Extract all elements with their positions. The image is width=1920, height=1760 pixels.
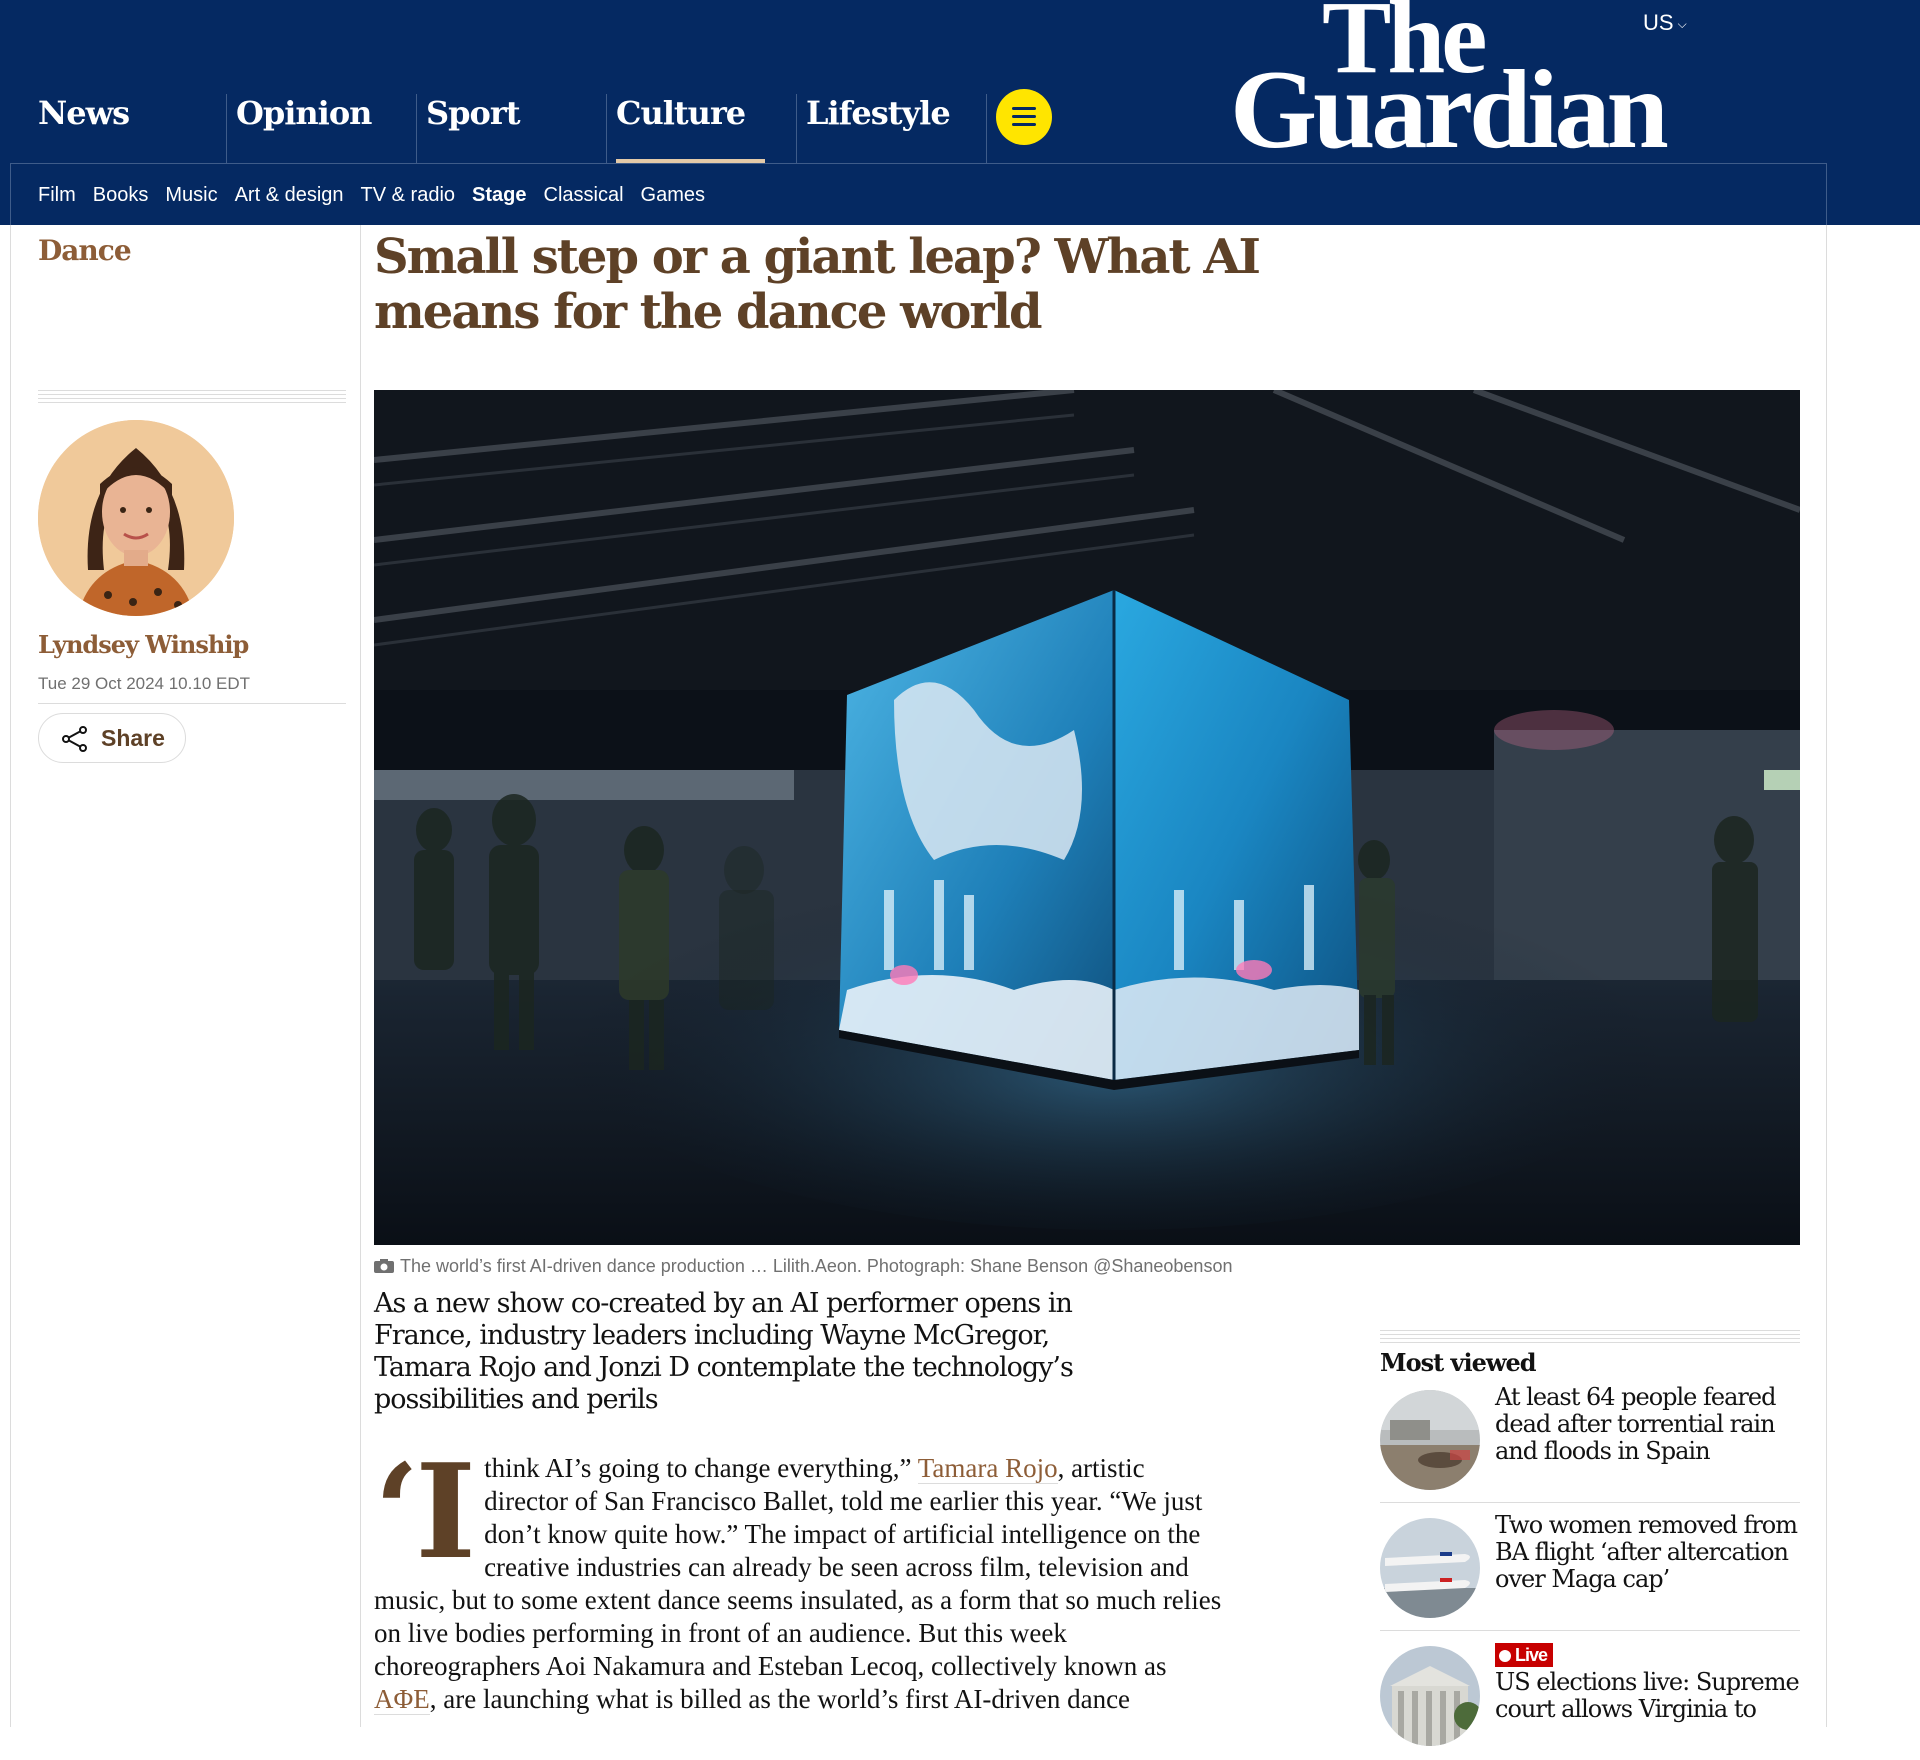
body-text-3: , are launching what is billed as the wo… [429, 1684, 1131, 1714]
guardian-logo[interactable]: The Guardian [1230, 0, 1690, 166]
author-byline[interactable]: Lyndsey Winship [38, 630, 249, 659]
pillar-sport[interactable]: Sport [426, 94, 520, 163]
live-label: Live [1515, 1645, 1548, 1665]
nav-border-right [1826, 163, 1827, 225]
ba-plane-photo [1380, 1518, 1480, 1618]
pillar-divider [416, 94, 417, 163]
menu-icon-bar [1012, 123, 1036, 126]
image-caption: The world’s first AI-driven dance produc… [374, 1256, 1232, 1277]
most-viewed-thumbnail [1380, 1518, 1480, 1618]
subnav-books[interactable]: Books [93, 184, 149, 207]
link-afe[interactable]: AΦE [374, 1684, 430, 1715]
author-portrait [38, 420, 234, 616]
article-standfirst: As a new show co-created by an AI perfor… [374, 1288, 1074, 1415]
most-viewed-headline: Two women removed from BA flight ‘after … [1495, 1511, 1798, 1593]
sub-nav: Film Books Music Art & design TV & radio… [38, 184, 705, 207]
most-viewed-thumbnail [1380, 1390, 1480, 1490]
section-tag[interactable]: Dance [38, 234, 132, 267]
most-viewed-divider [1380, 1502, 1800, 1503]
masthead: US ⌵ The Guardian News Opinion Sport Cult… [0, 0, 1920, 225]
body-text-1: think AI’s going to change everything,” [484, 1453, 918, 1483]
pillar-lifestyle[interactable]: Lifestyle [806, 94, 951, 163]
supreme-court-photo [1380, 1646, 1480, 1746]
menu-icon [1012, 107, 1036, 110]
share-label: Share [101, 725, 165, 751]
flood-photo [1380, 1390, 1480, 1490]
most-viewed-title: Most viewed [1380, 1348, 1537, 1377]
most-viewed-item[interactable]: Two women removed from BA flight ‘after … [1380, 1502, 1800, 1632]
subnav-film[interactable]: Film [38, 184, 76, 207]
meta-divider [38, 703, 346, 704]
author-avatar [38, 420, 234, 616]
caption-text: The world’s first AI-driven dance produc… [400, 1256, 1233, 1276]
most-viewed-headline: At least 64 people feared dead after tor… [1495, 1383, 1776, 1465]
pillar-divider [796, 94, 797, 163]
menu-button[interactable] [996, 89, 1052, 145]
pillar-opinion[interactable]: Opinion [236, 94, 372, 163]
meta-rules [38, 390, 346, 406]
dance-production-photo [374, 390, 1800, 1245]
subnav-classical[interactable]: Classical [544, 184, 624, 207]
link-tamara-rojo[interactable]: Tamara Rojo [917, 1453, 1058, 1484]
camera-icon [374, 1259, 394, 1273]
most-viewed-thumbnail [1380, 1646, 1480, 1746]
main-media-image[interactable] [374, 390, 1800, 1245]
live-dot-icon [1499, 1650, 1511, 1662]
menu-icon-bar [1012, 115, 1036, 118]
share-icon [62, 726, 87, 752]
live-badge: Live [1495, 1643, 1554, 1667]
subnav-games[interactable]: Games [641, 184, 705, 207]
article-headline: Small step or a giant leap? What AI mean… [374, 229, 1261, 340]
subnav-music[interactable]: Music [165, 184, 217, 207]
nav-divider [10, 163, 1826, 164]
most-viewed-headline-text: US elections live: Supreme court allows … [1495, 1668, 1800, 1723]
article-body: ‘I think AI’s going to change everything… [374, 1435, 1234, 1716]
most-viewed-rules [1380, 1330, 1800, 1346]
share-button[interactable]: Share [38, 713, 186, 763]
body-text-2: , artistic director of San Francisco Bal… [374, 1453, 1222, 1681]
pillar-divider [226, 94, 227, 163]
column-rule [10, 225, 11, 1727]
pillar-divider [986, 94, 987, 163]
nav-border-left [10, 163, 11, 225]
most-viewed-item[interactable]: Live US elections live: Supreme court al… [1380, 1630, 1800, 1760]
drop-cap: ‘I [374, 1435, 476, 1588]
publish-date: Tue 29 Oct 2024 10.10 EDT [38, 674, 250, 693]
subnav-art-design[interactable]: Art & design [235, 184, 344, 207]
pillar-culture[interactable]: Culture [616, 94, 766, 163]
most-viewed-item[interactable]: At least 64 people feared dead after tor… [1380, 1384, 1800, 1504]
logo-guardian: Guardian [1230, 48, 1669, 172]
pillar-news[interactable]: News [38, 94, 130, 163]
pillar-divider [606, 94, 607, 163]
subnav-stage[interactable]: Stage [472, 184, 526, 207]
column-rule [1826, 225, 1827, 1727]
subnav-tv-radio[interactable]: TV & radio [361, 184, 455, 207]
column-rule [360, 225, 361, 1727]
most-viewed-headline: Live US elections live: Supreme court al… [1495, 1640, 1800, 1723]
most-viewed-divider [1380, 1630, 1800, 1631]
